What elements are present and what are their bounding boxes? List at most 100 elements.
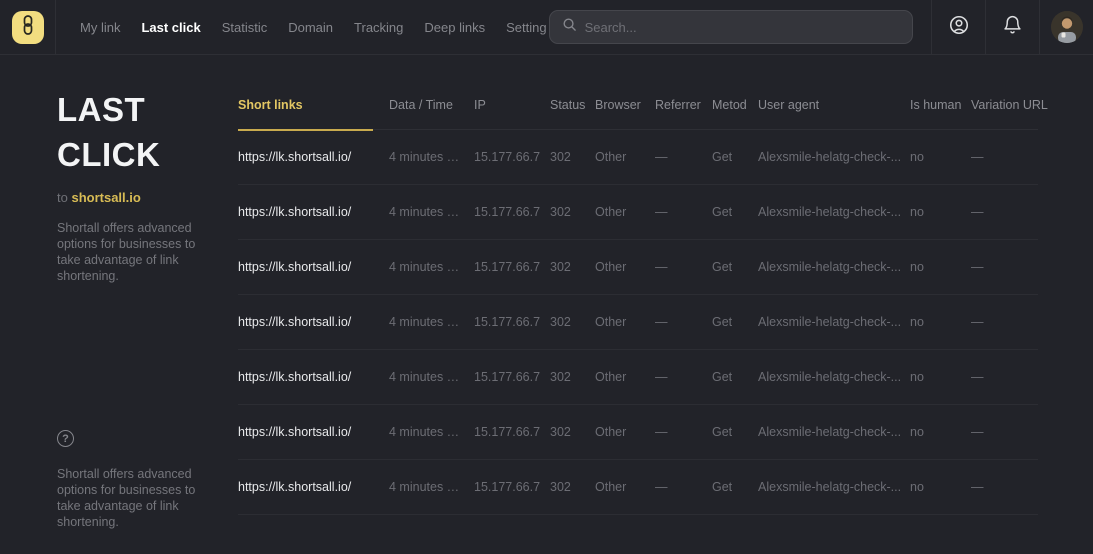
subtitle-prefix: to xyxy=(57,190,68,205)
logo-zone xyxy=(0,0,56,54)
cell-ip: 15.177.66.7 xyxy=(474,205,550,219)
cell-short-link[interactable]: https://lk.shortsall.io/ xyxy=(238,260,389,274)
account-icon xyxy=(948,14,970,41)
last-click-table: Short linksData / TimeIPStatusBrowserRef… xyxy=(238,55,1038,530)
cell-is-human: no xyxy=(910,205,971,219)
cell-method: Get xyxy=(712,205,758,219)
table-row: https://lk.shortsall.io/4 minutes ago15.… xyxy=(238,350,1038,405)
cell-browser: Other xyxy=(595,205,655,219)
nav-item-my-link[interactable]: My link xyxy=(78,16,122,39)
cell-status: 302 xyxy=(550,260,595,274)
cell-data-time: 4 minutes ago xyxy=(389,260,474,274)
cell-variation-url: — xyxy=(971,480,1038,494)
cell-browser: Other xyxy=(595,480,655,494)
table-row: https://lk.shortsall.io/4 minutes ago15.… xyxy=(238,185,1038,240)
cell-browser: Other xyxy=(595,315,655,329)
cell-data-time: 4 minutes ago xyxy=(389,150,474,164)
cell-ip: 15.177.66.7 xyxy=(474,480,550,494)
cell-is-human: no xyxy=(910,480,971,494)
cell-user-agent: Alexsmile-helatg-check-... xyxy=(758,425,910,439)
link-icon xyxy=(20,15,36,40)
nav-item-domain[interactable]: Domain xyxy=(286,16,335,39)
column-header-is-human: Is human xyxy=(910,98,971,112)
column-header-browser: Browser xyxy=(595,98,655,112)
cell-data-time: 4 minutes ago xyxy=(389,315,474,329)
cell-short-link[interactable]: https://lk.shortsall.io/ xyxy=(238,425,389,439)
cell-short-link[interactable]: https://lk.shortsall.io/ xyxy=(238,150,389,164)
cell-data-time: 4 minutes ago xyxy=(389,480,474,494)
cell-is-human: no xyxy=(910,260,971,274)
column-header-referrer: Referrer xyxy=(655,98,712,112)
column-header-status: Status xyxy=(550,98,595,112)
cell-ip: 15.177.66.7 xyxy=(474,150,550,164)
cell-method: Get xyxy=(712,480,758,494)
cell-referrer: — xyxy=(655,370,712,384)
cell-user-agent: Alexsmile-helatg-check-... xyxy=(758,260,910,274)
cell-data-time: 4 minutes ago xyxy=(389,425,474,439)
column-header-data-time: Data / Time xyxy=(389,98,474,112)
cell-method: Get xyxy=(712,425,758,439)
cell-method: Get xyxy=(712,150,758,164)
column-header-ip: IP xyxy=(474,98,550,112)
app-logo[interactable] xyxy=(12,11,44,44)
page-title-line1: LAST xyxy=(57,87,217,132)
cell-ip: 15.177.66.7 xyxy=(474,260,550,274)
cell-status: 302 xyxy=(550,150,595,164)
cell-short-link[interactable]: https://lk.shortsall.io/ xyxy=(238,205,389,219)
cell-referrer: — xyxy=(655,480,712,494)
cell-user-agent: Alexsmile-helatg-check-... xyxy=(758,370,910,384)
search-icon xyxy=(562,17,577,37)
cell-user-agent: Alexsmile-helatg-check-... xyxy=(758,205,910,219)
help-block: ? Shortall offers advanced options for b… xyxy=(57,430,217,530)
cell-status: 302 xyxy=(550,370,595,384)
cell-browser: Other xyxy=(595,150,655,164)
table-row: https://lk.shortsall.io/4 minutes ago15.… xyxy=(238,240,1038,295)
cell-data-time: 4 minutes ago xyxy=(389,370,474,384)
avatar-zone[interactable] xyxy=(1039,0,1093,54)
nav-item-last-click[interactable]: Last click xyxy=(139,16,202,39)
sidebar: LAST CLICK to shortsall.io Shortall offe… xyxy=(57,55,217,530)
cell-method: Get xyxy=(712,260,758,274)
page-title-line2: CLICK xyxy=(57,132,217,177)
main-content: LAST CLICK to shortsall.io Shortall offe… xyxy=(0,55,1093,530)
cell-user-agent: Alexsmile-helatg-check-... xyxy=(758,480,910,494)
column-header-metod: Metod xyxy=(712,98,758,112)
help-icon[interactable]: ? xyxy=(57,430,74,447)
cell-is-human: no xyxy=(910,150,971,164)
cell-method: Get xyxy=(712,315,758,329)
page-subtitle: to shortsall.io xyxy=(57,190,217,205)
cell-is-human: no xyxy=(910,425,971,439)
cell-variation-url: — xyxy=(971,205,1038,219)
cell-status: 302 xyxy=(550,205,595,219)
column-header-short-links[interactable]: Short links xyxy=(238,98,389,112)
cell-short-link[interactable]: https://lk.shortsall.io/ xyxy=(238,370,389,384)
cell-variation-url: — xyxy=(971,425,1038,439)
cell-short-link[interactable]: https://lk.shortsall.io/ xyxy=(238,480,389,494)
nav-item-tracking[interactable]: Tracking xyxy=(352,16,405,39)
cell-referrer: — xyxy=(655,150,712,164)
cell-browser: Other xyxy=(595,260,655,274)
cell-ip: 15.177.66.7 xyxy=(474,315,550,329)
cell-status: 302 xyxy=(550,480,595,494)
cell-short-link[interactable]: https://lk.shortsall.io/ xyxy=(238,315,389,329)
nav-item-statistic[interactable]: Statistic xyxy=(220,16,270,39)
cell-is-human: no xyxy=(910,315,971,329)
account-button[interactable] xyxy=(931,0,985,54)
cell-status: 302 xyxy=(550,425,595,439)
cell-status: 302 xyxy=(550,315,595,329)
nav-item-setting[interactable]: Setting xyxy=(504,16,548,39)
sidebar-description: Shortall offers advanced options for bus… xyxy=(57,220,215,284)
domain-link[interactable]: shortsall.io xyxy=(71,190,140,205)
nav-item-deep-links[interactable]: Deep links xyxy=(422,16,487,39)
search-box[interactable] xyxy=(549,10,913,44)
cell-browser: Other xyxy=(595,370,655,384)
page-title: LAST CLICK xyxy=(57,87,217,177)
cell-browser: Other xyxy=(595,425,655,439)
user-avatar[interactable] xyxy=(1051,11,1083,43)
table-row: https://lk.shortsall.io/4 minutes ago15.… xyxy=(238,295,1038,350)
cell-referrer: — xyxy=(655,315,712,329)
notifications-button[interactable] xyxy=(985,0,1039,54)
cell-user-agent: Alexsmile-helatg-check-... xyxy=(758,150,910,164)
search-input[interactable] xyxy=(585,20,900,35)
cell-referrer: — xyxy=(655,425,712,439)
